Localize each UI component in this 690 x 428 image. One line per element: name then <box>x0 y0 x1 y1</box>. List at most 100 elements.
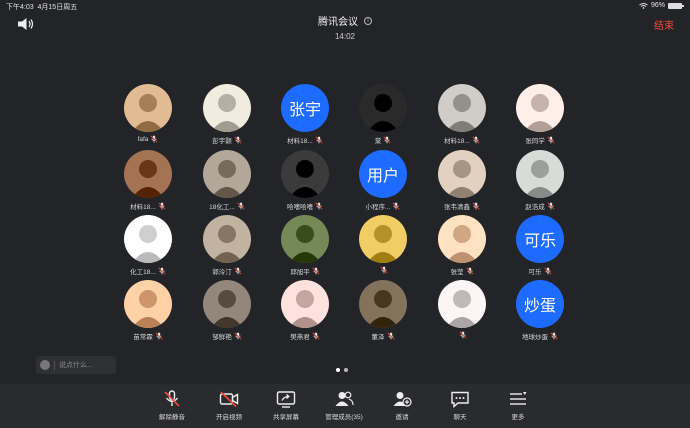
participant-name-row: 樊燕君 <box>270 331 340 341</box>
participant-tile[interactable]: 材料18... <box>427 84 497 145</box>
avatar-photo <box>281 280 329 328</box>
avatar <box>359 84 407 132</box>
avatar-photo <box>124 150 172 198</box>
participant-tile[interactable]: 赵浩成 <box>505 150 575 211</box>
participant-tile[interactable]: 苗常霖 <box>113 280 183 341</box>
toolbar-button-invite[interactable]: 邀请 <box>372 390 432 426</box>
end-meeting-button[interactable]: 结束 <box>654 17 674 32</box>
mic-muted-icon <box>315 136 323 144</box>
toolbar-label: 邀请 <box>395 414 409 421</box>
participant-tile[interactable] <box>427 280 497 339</box>
chat-placeholder: 说点什么... <box>59 362 93 369</box>
participant-name-row: 郭泠汀 <box>192 266 262 276</box>
participant-tile[interactable]: 张莹 <box>427 215 497 276</box>
participant-tile[interactable]: 彭宇颢 <box>192 84 262 145</box>
participant-tile[interactable]: 张同学 <box>505 84 575 145</box>
participant-name-row: 材料18... <box>427 135 497 145</box>
avatar-initials: 用户 <box>359 150 407 198</box>
participant-name-row: 邹鲜艳 <box>192 331 262 341</box>
participant-tile[interactable]: 材料18... <box>113 150 183 211</box>
avatar <box>438 280 486 328</box>
participant-name: 棠 <box>374 138 382 145</box>
emoji-icon[interactable] <box>40 360 50 370</box>
battery-fill <box>669 3 681 8</box>
more-icon <box>510 392 527 405</box>
invite-icon <box>393 392 412 407</box>
participant-name: 张同学 <box>525 138 545 145</box>
mic-muted-icon <box>392 202 400 210</box>
participant-tile[interactable] <box>348 215 418 274</box>
toolbar-button-more[interactable]: 更多 <box>488 390 548 426</box>
participant-name: 材料18... <box>444 138 470 145</box>
info-icon: i <box>364 16 372 25</box>
participant-tile[interactable]: 18化工... <box>192 150 262 211</box>
status-right: 96% <box>639 2 684 9</box>
avatar-photo <box>203 84 251 132</box>
participant-tile[interactable]: fafa <box>113 84 183 143</box>
participant-tile[interactable]: 可乐 可乐 <box>505 215 575 276</box>
participant-tile[interactable]: 炒蛋 地球炒蛋 <box>505 280 575 341</box>
battery-percent: 96% <box>650 2 665 9</box>
avatar <box>203 84 251 132</box>
participant-tile[interactable]: 郭泠汀 <box>192 215 262 276</box>
camera-off-icon <box>219 391 239 408</box>
chat-input[interactable]: 说点什么... <box>36 356 116 374</box>
participant-tile[interactable]: 棠 <box>348 84 418 145</box>
toolbar-label: 管理成员(35) <box>325 414 363 421</box>
mic-muted-icon <box>234 267 242 275</box>
mic-muted-icon <box>386 332 395 340</box>
participant-name: 彭宇颢 <box>212 138 232 145</box>
avatar-photo <box>124 280 172 328</box>
participant-name-row: 可乐 <box>505 266 575 276</box>
toolbar-button-camera-off[interactable]: 开启视频 <box>199 390 259 426</box>
participant-name: 樊燕君 <box>290 334 310 341</box>
page-dot-active[interactable] <box>336 368 340 372</box>
participant-tile[interactable]: 化工18... <box>113 215 183 276</box>
avatar <box>124 215 172 263</box>
meeting-title[interactable]: 腾讯会议 i <box>318 13 372 28</box>
mic-muted-icon <box>547 136 555 144</box>
participant-name: fafa <box>137 135 149 143</box>
participant-tile[interactable]: 邱旭平 <box>270 215 340 276</box>
participant-name: 18化工... <box>209 204 235 211</box>
participant-name: 邱旭平 <box>290 269 310 276</box>
participant-tile[interactable]: 董泽 <box>348 280 418 341</box>
participant-tile[interactable]: 张宇 材料18... <box>270 84 340 145</box>
participant-name-row: 地球炒蛋 <box>505 331 575 341</box>
participant-tile[interactable]: 用户小程序... <box>348 150 418 211</box>
participant-tile[interactable]: 张韦清鑫 <box>427 150 497 211</box>
page-dot[interactable] <box>344 368 348 372</box>
participant-tile[interactable]: 邹鲜艳 <box>192 280 262 341</box>
avatar-photo <box>516 84 564 132</box>
participant-name-row: 哈嗜哈嗜 <box>270 201 340 211</box>
members-icon <box>335 391 354 406</box>
mic-muted-icon <box>237 202 245 210</box>
participant-tile[interactable]: 樊燕君 <box>270 280 340 341</box>
participant-name-row: 彭宇颢 <box>192 135 262 145</box>
mic-muted-icon <box>543 267 552 275</box>
toolbar-button-members[interactable]: 管理成员(35) <box>314 390 374 426</box>
mic-muted-icon <box>315 202 323 210</box>
participant-name-row: 苗常霖 <box>113 331 183 341</box>
mic-muted-icon <box>465 267 474 275</box>
toolbar-button-chat[interactable]: 聊天 <box>430 390 490 426</box>
battery-icon <box>668 2 684 9</box>
toolbar-button-share-screen[interactable]: 共享屏幕 <box>256 390 316 426</box>
mic-muted-icon <box>312 332 320 340</box>
participant-name-row: 小程序... <box>348 201 418 211</box>
participant-name-row: 邱旭平 <box>270 266 340 276</box>
avatar <box>281 150 329 198</box>
mic-muted-icon <box>472 136 480 144</box>
mic-muted-icon <box>150 135 158 143</box>
participant-name: 张莹 <box>450 269 464 276</box>
mic-muted-icon <box>158 202 166 210</box>
avatar-photo <box>359 280 407 328</box>
mic-muted-icon <box>550 332 558 340</box>
mic-muted-icon <box>383 136 391 144</box>
participant-tile[interactable]: 哈嗜哈嗜 <box>270 150 340 211</box>
avatar-photo <box>438 150 486 198</box>
toolbar-button-mic-muted[interactable]: 解除静音 <box>142 390 202 426</box>
avatar <box>438 84 486 132</box>
page-indicator <box>336 368 348 372</box>
avatar-initials: 张宇 <box>281 84 329 132</box>
